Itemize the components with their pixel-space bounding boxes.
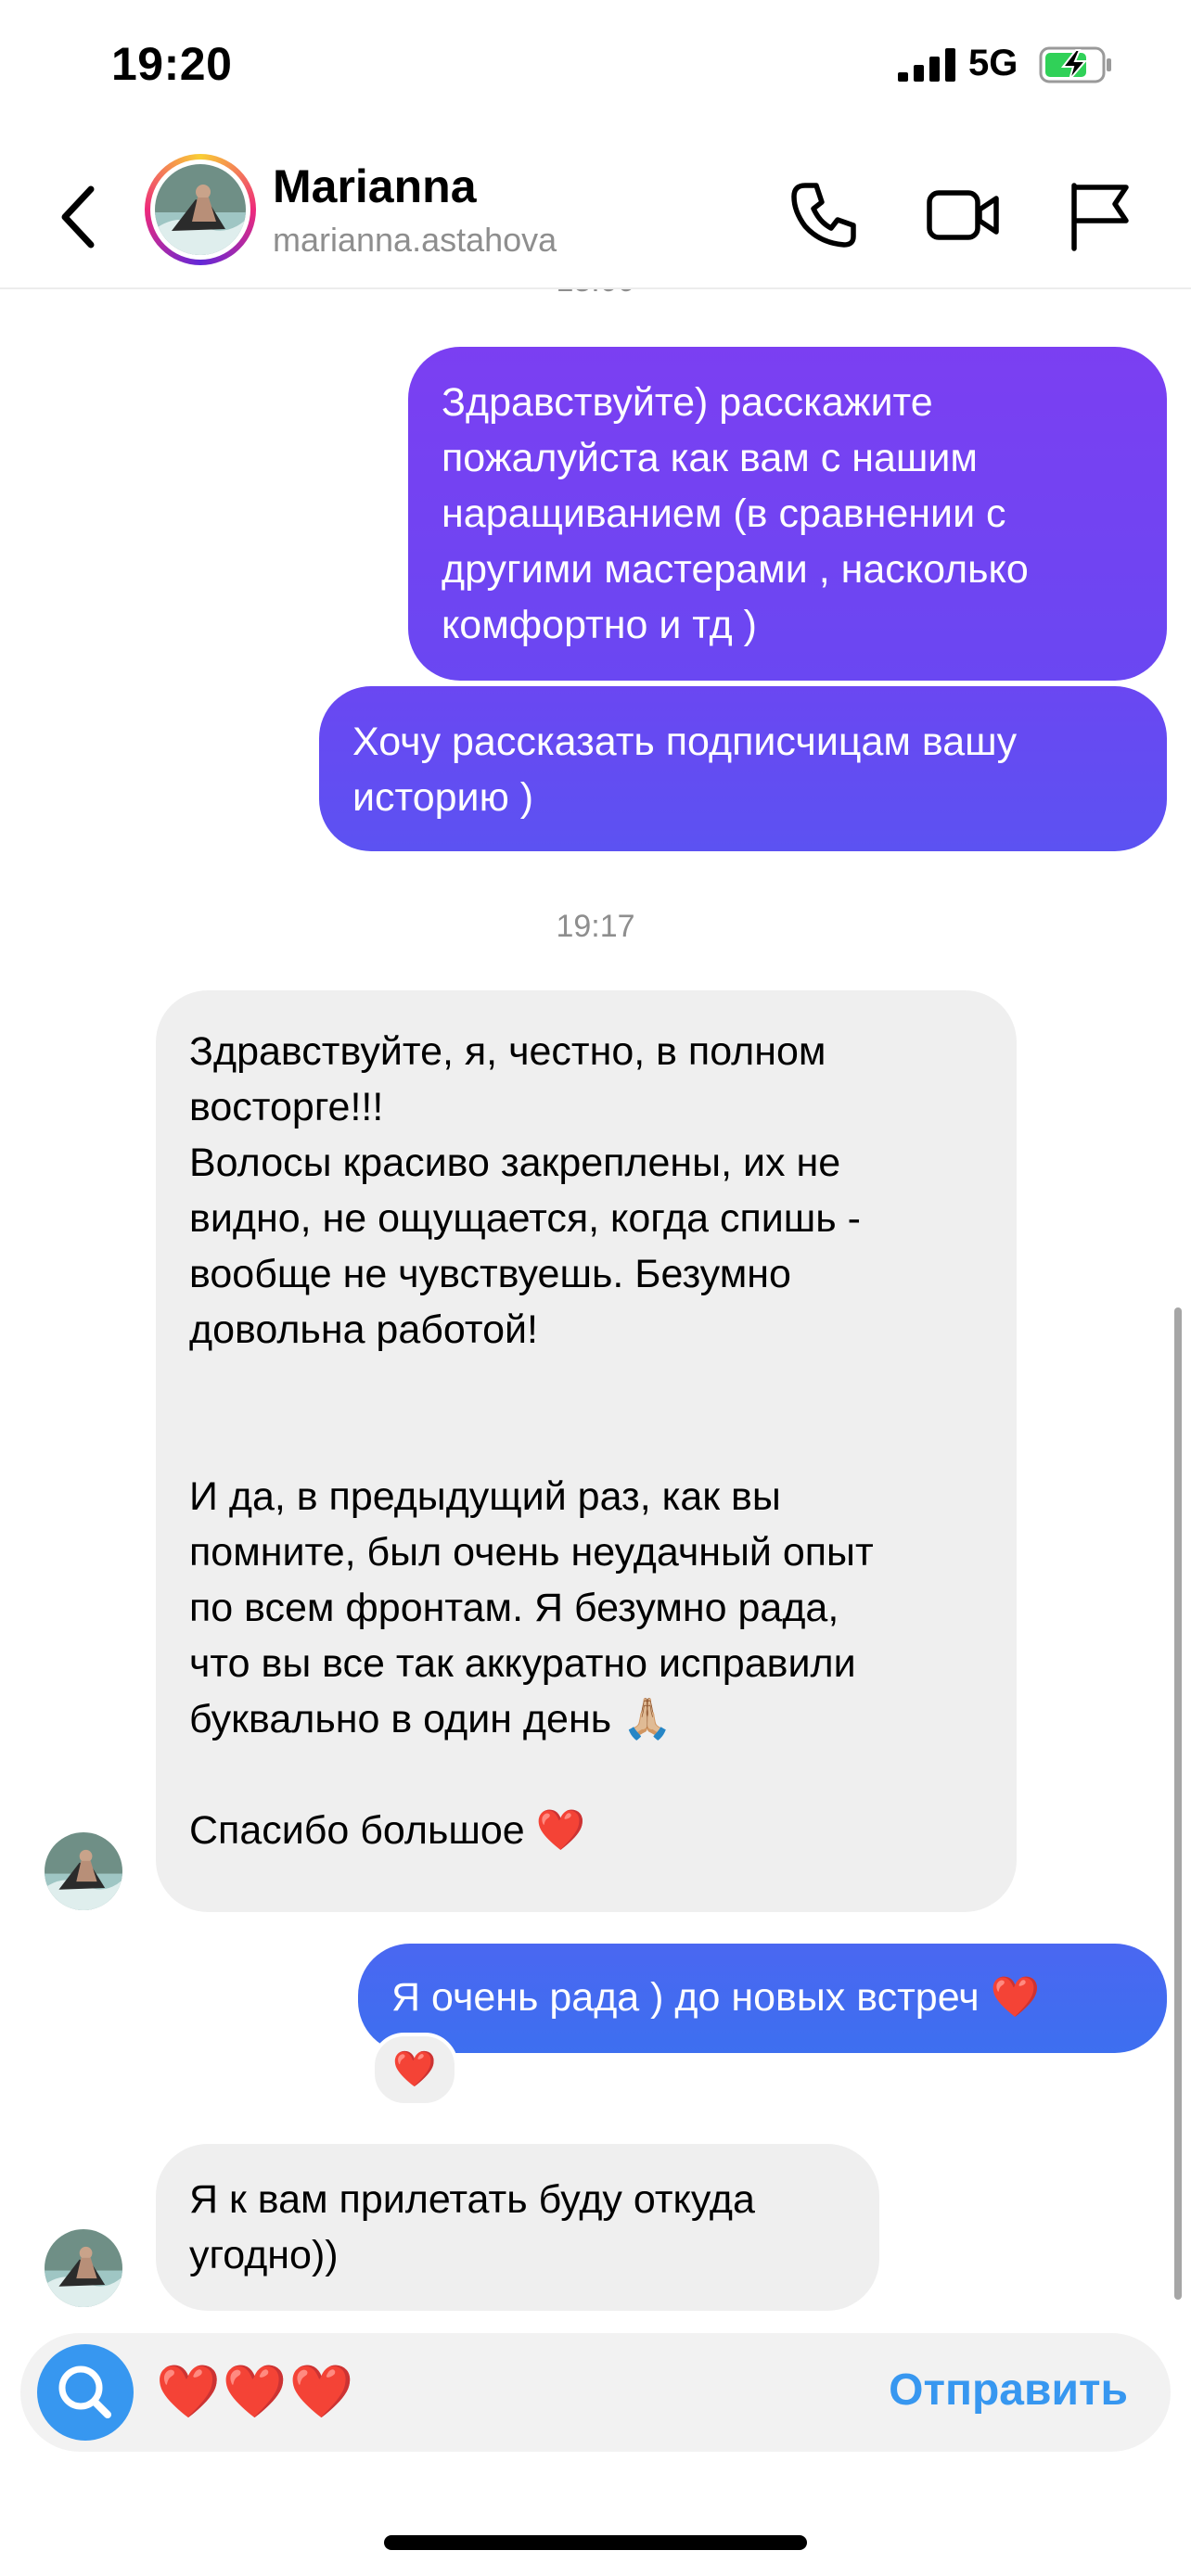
message-composer[interactable]: ❤️❤️❤️ Отправить: [20, 2333, 1171, 2452]
reaction-heart[interactable]: ❤️: [371, 2033, 458, 2107]
message-input[interactable]: ❤️❤️❤️: [156, 2361, 355, 2422]
message-bubble-outgoing[interactable]: Я очень рада ) до новых встреч ❤️: [358, 1944, 1167, 2053]
contact-name[interactable]: Marianna: [273, 159, 477, 213]
avatar[interactable]: [145, 154, 256, 265]
phone-icon[interactable]: [785, 176, 863, 254]
contact-username[interactable]: marianna.astahova: [273, 221, 557, 260]
send-button[interactable]: Отправить: [889, 2365, 1128, 2416]
message-bubble-outgoing[interactable]: Хочу рассказать подписчицам вашу историю…: [319, 686, 1167, 851]
message-bubble-outgoing[interactable]: Здравствуйте) расскажите пожалуйста как …: [408, 347, 1167, 681]
conversation-header: Marianna marianna.astahova: [0, 139, 1191, 289]
cellular-signal-icon: [898, 48, 955, 82]
scrollbar[interactable]: [1174, 1307, 1182, 2300]
status-time: 19:20: [111, 38, 233, 90]
message-thread[interactable]: 18:00 Здравствуйте) расскажите пожалуйст…: [0, 263, 1191, 2311]
message-bubble-incoming[interactable]: Я к вам прилетать буду откуда угодно)): [156, 2144, 879, 2311]
back-chevron-icon[interactable]: [52, 180, 108, 254]
flag-icon[interactable]: [1061, 176, 1139, 254]
profile-photo-icon: [45, 2229, 122, 2307]
battery-charging-icon: [1039, 46, 1111, 83]
network-type: 5G: [968, 43, 1018, 83]
sender-avatar[interactable]: [45, 1832, 122, 1910]
profile-photo-icon: [45, 1832, 122, 1910]
profile-photo-icon: [155, 164, 246, 255]
video-camera-icon[interactable]: [924, 176, 1002, 254]
search-button[interactable]: [37, 2344, 134, 2441]
status-bar: 19:20 5G: [0, 0, 1191, 130]
sender-avatar[interactable]: [45, 2229, 122, 2307]
message-bubble-incoming[interactable]: Здравствуйте, я, честно, в полном востор…: [156, 990, 1017, 1912]
home-indicator[interactable]: [384, 2535, 807, 2550]
search-icon: [58, 2366, 111, 2418]
timestamp: 19:17: [556, 909, 635, 944]
